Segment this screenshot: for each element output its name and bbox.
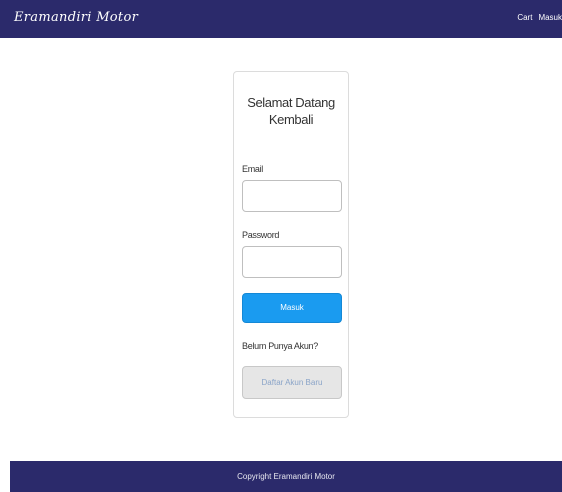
login-title: Selamat Datang Kembali (234, 94, 348, 128)
login-button[interactable]: Masuk (242, 293, 342, 323)
nav-links: Cart Masuk (511, 13, 562, 22)
footer-copyright: Copyright Eramandiri Motor (237, 472, 335, 481)
login-card: Selamat Datang Kembali Email Password Ma… (233, 71, 349, 418)
brand-logo[interactable]: Eramandiri Motor (14, 10, 138, 25)
password-label: Password (242, 230, 280, 240)
email-field[interactable] (242, 180, 342, 212)
top-navbar: Eramandiri Motor Cart Masuk (0, 0, 562, 38)
login-title-line1: Selamat Datang (247, 95, 335, 110)
nav-link-cart[interactable]: Cart (517, 13, 532, 22)
password-field[interactable] (242, 246, 342, 278)
nav-link-masuk[interactable]: Masuk (538, 13, 562, 22)
signup-question: Belum Punya Akun? (242, 341, 318, 351)
email-label: Email (242, 164, 264, 174)
login-title-line2: Kembali (268, 112, 314, 127)
register-button[interactable]: Daftar Akun Baru (242, 366, 342, 399)
footer: Copyright Eramandiri Motor (10, 461, 562, 492)
